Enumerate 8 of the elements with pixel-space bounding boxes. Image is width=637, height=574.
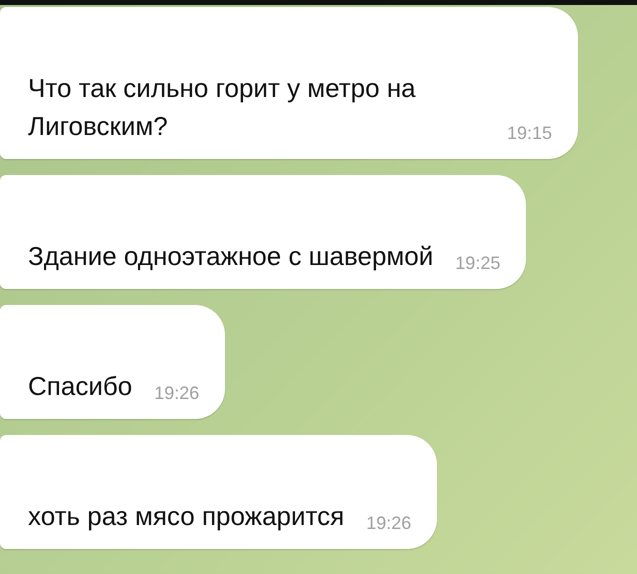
message-time: 19:26 [154,382,200,405]
message-text: Спасибо [28,371,132,401]
message-time: 19:26 [366,512,412,535]
message-text: хоть раз мясо прожарится [28,501,344,531]
message-text: Здание одноэтажное с шавермой [28,241,434,271]
message-time: 19:25 [455,252,500,275]
message-time: 19:15 [506,122,552,145]
message-text: Что так сильно горит у метро на Лиговским? [28,73,416,141]
